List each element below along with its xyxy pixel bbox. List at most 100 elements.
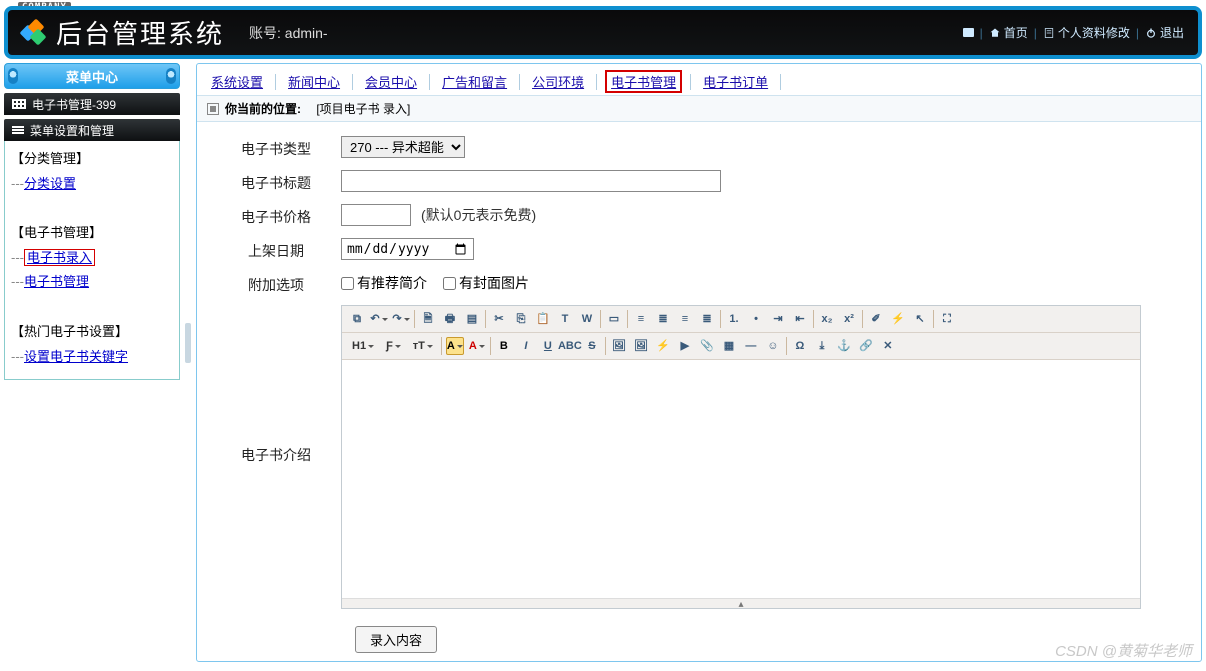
link-icon[interactable]: 🔗 [857,337,875,355]
chk-label-cover: 有封面图片 [459,273,529,293]
home-link[interactable]: 首页 [989,24,1028,41]
sidebar: 菜单中心 电子书管理-399 菜单设置和管理 【分类管理】 ---分类设置 【电… [4,63,180,662]
menu-center-title: 菜单中心 [4,63,180,89]
emoji-icon[interactable]: ☺ [764,337,782,355]
profile-icon [1043,27,1055,39]
attach-icon[interactable]: 📎 [698,337,716,355]
sidebar-link-category-setting[interactable]: 分类设置 [24,176,76,191]
chk-has-intro[interactable] [341,277,354,290]
font-family-icon[interactable]: Ƒ [382,337,405,355]
bold-icon[interactable]: B [495,337,513,355]
hr-icon[interactable]: — [742,337,760,355]
indent-icon[interactable]: ⇥ [769,310,787,328]
italic-icon[interactable]: I [517,337,535,355]
pagebreak-icon[interactable]: ⤓ [813,337,831,355]
media-icon[interactable]: ▶ [676,337,694,355]
sidebar-link-hot-keywords[interactable]: 设置电子书关键字 [24,349,128,364]
underline-icon[interactable]: U [539,337,557,355]
tab-news[interactable]: 新闻中心 [284,70,344,93]
tab-ads[interactable]: 广告和留言 [438,70,511,93]
watermark: CSDN @黄菊华老师 [1055,640,1192,661]
paste-word-icon[interactable]: W [578,310,596,328]
editor-resize-handle[interactable]: ▴ [342,598,1140,608]
price-hint: (默认0元表示免费) [421,205,536,225]
quickformat-icon[interactable]: ⚡ [889,310,907,328]
top-tabs: 系统设置 新闻中心 会员中心 广告和留言 公司环境 电子书管理 电子书订单 [197,64,1201,96]
list-ul-icon[interactable]: • [747,310,765,328]
eraser-icon[interactable]: ✐ [867,310,885,328]
preview-icon[interactable]: 🗎 [419,310,437,328]
label-type: 电子书类型 [211,135,341,159]
align-justify-icon[interactable]: ≣ [698,310,716,328]
breadcrumb-icon [207,103,219,115]
label-date: 上架日期 [211,237,341,261]
ebook-form: 电子书类型 270 --- 异术超能 电子书标题 电子书价格 (默认0元表示免费… [197,122,1201,661]
group-ebook: 【电子书管理】 [11,221,173,246]
tab-ebook-orders[interactable]: 电子书订单 [699,70,772,93]
chk-has-cover[interactable] [443,277,456,290]
copy-icon[interactable]: ⎘ [512,310,530,328]
print-icon[interactable]: 🖶 [441,310,459,328]
flash-icon[interactable]: ⚡ [654,337,672,355]
tab-system[interactable]: 系统设置 [207,70,267,93]
label-price: 电子书价格 [211,203,341,227]
sidebar-link-ebook-entry[interactable]: 电子书录入 [24,249,95,266]
multi-image-icon[interactable]: 🖼 [632,337,650,355]
submit-button[interactable]: 录入内容 [355,626,437,653]
undo-icon[interactable]: ↶ [370,310,388,328]
paste-plain-icon[interactable]: T [556,310,574,328]
subscript-icon[interactable]: x₂ [818,310,836,328]
label-title: 电子书标题 [211,169,341,193]
splitter[interactable] [184,63,192,662]
editor-toolbar-1: ⧉↶↷🗎🖶▤✂⎘📋TW▭≡≣≡≣1.•⇥⇤x₂x²✐⚡↖⛶ [342,306,1140,333]
editor-textarea[interactable] [342,360,1140,598]
profile-link[interactable]: 个人资料修改 [1043,24,1130,41]
redo-icon[interactable]: ↷ [392,310,410,328]
align-left-icon[interactable]: ≡ [632,310,650,328]
account-display: 账号: admin- [249,23,328,43]
sidebar-section-menuset[interactable]: 菜单设置和管理 [4,119,180,141]
input-title[interactable] [341,170,721,192]
tab-company[interactable]: 公司环境 [528,70,588,93]
table-icon[interactable]: ▦ [720,337,738,355]
template-icon[interactable]: ▤ [463,310,481,328]
power-icon [1145,27,1157,39]
header-right-links: | 首页 | 个人资料修改 | 退出 [963,24,1184,41]
paste-icon[interactable]: 📋 [534,310,552,328]
bg-color-icon[interactable]: A [446,337,464,355]
outdent-icon[interactable]: ⇤ [791,310,809,328]
abc-icon[interactable]: ABC [561,337,579,355]
source-icon[interactable]: ⧉ [348,310,366,328]
sidebar-box: 【分类管理】 ---分类设置 【电子书管理】 ---电子书录入 ---电子书管理… [4,141,180,380]
sidebar-link-ebook-manage[interactable]: 电子书管理 [24,274,89,289]
editor-toolbar-2: H1ƑтTAABIUABCS🖼🖼⚡▶📎▦—☺Ω⤓⚓🔗✕ [342,333,1140,360]
breadcrumb: 你当前的位置: [项目电子书 录入] [197,96,1201,122]
text-color-icon[interactable]: A [468,337,486,355]
align-right-icon[interactable]: ≡ [676,310,694,328]
superscript-icon[interactable]: x² [840,310,858,328]
anchor-icon[interactable]: ⚓ [835,337,853,355]
image-icon[interactable]: 🖼 [610,337,628,355]
cut-icon[interactable]: ✂ [490,310,508,328]
align-center-icon[interactable]: ≣ [654,310,672,328]
label-extra: 附加选项 [211,271,341,295]
fullscreen-icon[interactable]: ⛶ [938,310,956,328]
chk-label-intro: 有推荐简介 [357,273,427,293]
list-ol-icon[interactable]: 1. [725,310,743,328]
input-price[interactable] [341,204,411,226]
tab-member[interactable]: 会员中心 [361,70,421,93]
unlink-icon[interactable]: ✕ [879,337,897,355]
h1-label[interactable]: H1 [348,337,378,355]
tab-ebook-manage[interactable]: 电子书管理 [605,70,682,93]
sidebar-section-ebook[interactable]: 电子书管理-399 [4,93,180,115]
char-icon[interactable]: Ω [791,337,809,355]
rich-editor: ⧉↶↷🗎🖶▤✂⎘📋TW▭≡≣≡≣1.•⇥⇤x₂x²✐⚡↖⛶ H1ƑтTAABIU… [341,305,1141,609]
brick-icon [963,28,974,37]
select-type[interactable]: 270 --- 异术超能 [341,136,465,158]
logout-link[interactable]: 退出 [1145,24,1184,41]
font-size-icon[interactable]: тT [409,337,437,355]
input-date[interactable] [341,238,474,260]
strikethrough-icon[interactable]: S [583,337,601,355]
select-tool-icon[interactable]: ↖ [911,310,929,328]
select-all-icon[interactable]: ▭ [605,310,623,328]
